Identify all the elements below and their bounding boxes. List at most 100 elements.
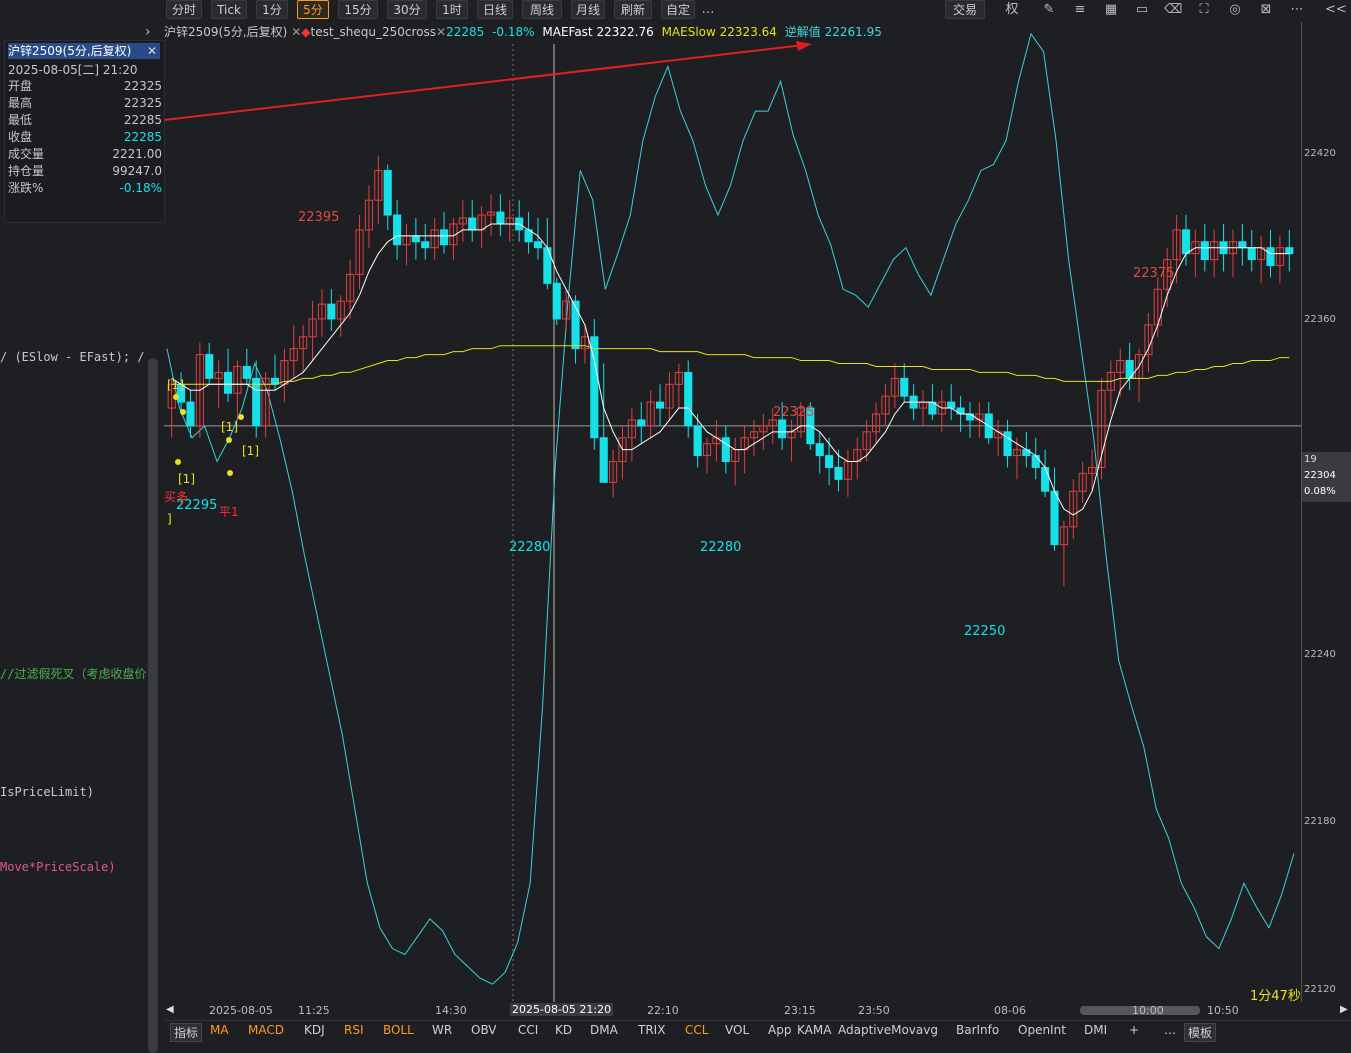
indicator-tab-12[interactable]: CCL [685,1023,708,1037]
period-button-1[interactable]: Tick [211,0,247,19]
indicator-tab-15[interactable]: KAMA [797,1023,831,1037]
box-icon[interactable]: ⊠ [1257,1,1275,19]
scroll-left-icon[interactable]: ◀ [166,1004,174,1015]
candle-body [533,241,543,249]
info-row-label: 最高 [8,96,33,110]
period-button-0[interactable]: 分时 [166,0,202,19]
close-icon[interactable]: ✕ [147,43,157,59]
signal-dot [173,394,179,400]
time-axis[interactable]: ◀ ▶ 2025-08-05 11:25 14:30 2025-08-05 21:20… [164,1002,1351,1020]
info-row: 持仓量 99247.0 [8,163,162,180]
code-line: IsPriceLimit) [0,785,94,799]
indicator-tab-14[interactable]: App [768,1023,791,1037]
low-label: 22280 [700,540,742,555]
trash-icon[interactable]: ⌫ [1164,1,1182,19]
fullscreen-icon[interactable]: ⛶ [1195,1,1213,19]
period-button-10[interactable]: 刷新 [614,0,652,19]
price-axis-label: 22240 [1304,649,1336,660]
vertical-scrollbar[interactable] [148,358,158,1053]
indicator-tab-5[interactable]: BOLL [383,1023,414,1037]
indicator-tab-16[interactable]: AdaptiveMovavg [838,1023,938,1037]
marker-top: 19 [1304,454,1317,465]
indicator-tab-8[interactable]: CCI [518,1023,538,1037]
period-button-8[interactable]: 周线 [522,0,562,19]
target-icon[interactable]: ◎ [1226,1,1244,19]
time-axis-label: 23:15 [784,1004,816,1017]
indicator-tab-1[interactable]: MA [210,1023,229,1037]
signal-dot [226,437,232,443]
left-panel: › 沪锌2509(5分,后复权) ✕ 2025-08-05[二] 21:20 开… [0,22,165,1053]
collapse-icon[interactable]: << [1325,1,1347,19]
candle-body [327,303,336,320]
red-arrow-line [164,44,805,121]
signal-close-label: 平1 [219,505,239,519]
time-axis-label: 2025-08-05 21:20 [510,1003,614,1016]
candle-body [411,235,420,243]
indicator-tab-0[interactable]: 指标 [170,1023,203,1042]
calculator-icon[interactable]: ▦ [1102,1,1120,19]
rights-button[interactable]: 权 [1003,1,1021,19]
signal-label: [1] [167,378,184,392]
info-row: 收盘 22285 [8,129,162,146]
indicator-tab-20[interactable]: + [1129,1023,1139,1037]
indicator-tab-22[interactable]: 模板 [1184,1023,1217,1042]
period-button-11[interactable]: 自定 [661,0,695,19]
header-price: 22285 [446,25,485,39]
sliders-icon[interactable]: ≡ [1071,1,1089,19]
indicator-tab-19[interactable]: DMI [1084,1023,1107,1037]
close-icon[interactable]: ✕ [436,25,446,39]
price-axis-label: 22120 [1304,984,1336,995]
period-button-9[interactable]: 月线 [571,0,605,19]
time-axis-label: 23:50 [858,1004,890,1017]
indicator-tab-4[interactable]: RSI [344,1023,364,1037]
info-row-label: 成交量 [8,147,45,161]
time-axis-label: 22:10 [647,1004,679,1017]
indicator-tab-13[interactable]: VOL [725,1023,749,1037]
indicator-tab-6[interactable]: WR [432,1023,452,1037]
indicator-tab-9[interactable]: KD [555,1023,572,1037]
indicator-tab-2[interactable]: MACD [248,1023,284,1037]
chart-area[interactable]: 沪锌2509(5分,后复权) ✕◆test_shequ_250cross✕222… [164,22,1301,1004]
period-button-4[interactable]: 15分 [338,0,378,19]
candlestick-chart[interactable] [164,22,1301,1002]
candle-body [571,300,580,350]
period-button-6[interactable]: 1时 [436,0,468,19]
candle-body [1022,449,1031,457]
header-change: -0.18% [492,25,535,39]
candle-body [655,401,665,409]
period-button-3[interactable]: 5分 [297,0,329,19]
candle-body [242,365,251,379]
more-horizontal-icon[interactable]: ⋯ [1288,1,1306,19]
candle-body [205,354,214,379]
toolbar: 分时 Tick 1分 5分 15分 30分 1时 日线 周线 月线 刷新 自定… 交易权 ✎ ≡ ▦ ▭ ⌫ ⛶ ◎ ⊠… [0,0,1351,22]
indicator-tab-3[interactable]: KDJ [304,1023,325,1037]
indicator-bar: 指标 MA MACD KDJ RSI BOLL WR OBV CCI KD DMA TRIX CCL VO… [164,1020,1351,1044]
panel-expand-icon[interactable]: › [145,24,151,40]
pen-icon[interactable]: ✎ [1040,1,1058,19]
indicator-tab-18[interactable]: OpenInt [1018,1023,1066,1037]
code-line: Move*PriceScale) [0,860,116,874]
high-label: 22325 [773,405,815,420]
indicator-tab-11[interactable]: TRIX [638,1023,665,1037]
signal-dot [227,470,233,476]
candle-body [1031,455,1040,468]
period-button-7[interactable]: 日线 [477,0,513,19]
period-button-5[interactable]: 30分 [387,0,427,19]
close-icon[interactable]: ✕ [291,25,301,39]
trade-button[interactable]: 交易 [945,0,985,19]
info-row-value: 22325 [123,96,162,110]
candle-body [393,214,402,246]
indicator-tab-7[interactable]: OBV [471,1023,497,1037]
more-icon[interactable]: … [699,1,717,19]
maefast-label: MAEFast [542,25,593,39]
signal-buy-label: 买多 [164,490,189,504]
candle-body [186,401,195,427]
indicator-tab-17[interactable]: BarInfo [956,1023,999,1037]
indicator-tab-10[interactable]: DMA [590,1023,618,1037]
maefast-value: 22322.76 [596,25,654,39]
price-axis[interactable]: 22420 22360 22240 22180 22120 19 22304 0.08% [1301,22,1351,1002]
indicator-tab-21[interactable]: … [1164,1023,1176,1037]
scroll-right-icon[interactable]: ▶ [1340,1004,1348,1015]
period-button-2[interactable]: 1分 [256,0,288,19]
window-icon[interactable]: ▭ [1133,1,1151,19]
